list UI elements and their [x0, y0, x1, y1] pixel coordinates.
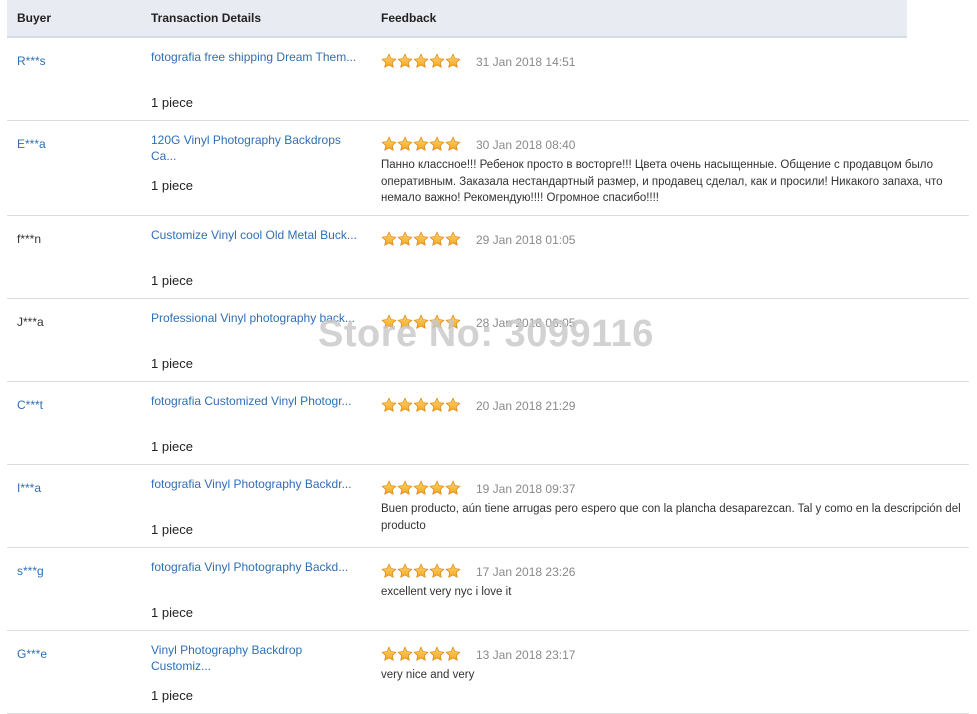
star-icon: [397, 563, 413, 578]
quantity: 1 piece: [151, 605, 193, 620]
star-icon: [413, 53, 429, 68]
star-rating: [381, 397, 461, 413]
star-icon: [445, 397, 461, 412]
star-icon: [413, 397, 429, 412]
star-icon: [413, 136, 429, 151]
product-link[interactable]: Vinyl Photography Backdrop Customiz...: [151, 642, 356, 674]
star-icon: [381, 53, 397, 68]
header-transaction-details: Transaction Details: [151, 11, 262, 25]
star-rating: [381, 563, 461, 579]
star-rating: [381, 231, 461, 247]
star-icon: [445, 646, 461, 661]
feedback-comment: Панно классное!!! Ребенок просто в восто…: [381, 159, 943, 204]
product-link[interactable]: fotografia Vinyl Photography Backd...: [151, 559, 361, 575]
feedback-date: 19 Jan 2018 09:37: [476, 482, 576, 496]
star-icon: [397, 136, 413, 151]
star-icon: [413, 480, 429, 495]
star-rating: [381, 314, 461, 330]
star-icon: [397, 53, 413, 68]
buyer-name: s***g: [17, 564, 44, 578]
star-icon: [397, 231, 413, 246]
product-link[interactable]: Customize Vinyl cool Old Metal Buck...: [151, 227, 361, 243]
quantity: 1 piece: [151, 522, 193, 537]
product-link[interactable]: fotografia free shipping Dream Them...: [151, 49, 361, 65]
star-icon: [413, 646, 429, 661]
star-icon: [381, 646, 397, 661]
feedback-date: 28 Jan 2018 06:05: [476, 316, 576, 330]
star-icon: [413, 563, 429, 578]
feedback-date: 20 Jan 2018 21:29: [476, 399, 576, 413]
star-icon: [397, 314, 413, 329]
table-row: I***a fotografia Vinyl Photography Backdr…: [7, 465, 969, 548]
star-icon: [381, 480, 397, 495]
table-header: Buyer Transaction Details Feedback: [7, 0, 907, 38]
star-icon: [429, 480, 445, 495]
star-icon: [397, 646, 413, 661]
star-icon: [429, 53, 445, 68]
star-icon: [445, 136, 461, 151]
star-rating: [381, 53, 461, 69]
star-icon: [429, 136, 445, 151]
feedback-table: Buyer Transaction Details Feedback R***s…: [7, 0, 969, 714]
header-buyer: Buyer: [17, 11, 52, 25]
quantity: 1 piece: [151, 273, 193, 288]
star-icon: [397, 397, 413, 412]
star-icon: [413, 231, 429, 246]
buyer-name: J***a: [17, 315, 44, 329]
star-icon: [445, 231, 461, 246]
star-icon: [381, 136, 397, 151]
star-icon: [445, 480, 461, 495]
quantity: 1 piece: [151, 95, 193, 110]
quantity: 1 piece: [151, 356, 193, 371]
table-row: R***s fotografia free shipping Dream Them…: [7, 38, 969, 121]
product-link[interactable]: fotografia Customized Vinyl Photogr...: [151, 393, 361, 409]
table-row: C***t fotografia Customized Vinyl Photogr…: [7, 382, 969, 465]
star-icon: [429, 397, 445, 412]
star-icon: [413, 314, 429, 329]
feedback-date: 29 Jan 2018 01:05: [476, 233, 576, 247]
buyer-name: I***a: [17, 481, 42, 495]
review-list: R***s fotografia free shipping Dream Them…: [7, 38, 969, 714]
feedback-date: 31 Jan 2018 14:51: [476, 55, 576, 69]
buyer-name: G***e: [17, 647, 48, 661]
star-icon: [429, 231, 445, 246]
buyer-name: f***n: [17, 232, 42, 246]
feedback-date: 13 Jan 2018 23:17: [476, 648, 576, 662]
buyer-name: C***t: [17, 398, 44, 412]
star-rating: [381, 480, 461, 496]
product-link[interactable]: 120G Vinyl Photography Backdrops Ca...: [151, 132, 356, 164]
star-icon: [381, 231, 397, 246]
star-icon: [381, 563, 397, 578]
table-row: s***g fotografia Vinyl Photography Backd.…: [7, 548, 969, 631]
buyer-name: R***s: [17, 54, 46, 68]
star-icon: [429, 314, 445, 329]
table-row: E***a 120G Vinyl Photography Backdrops Ca…: [7, 121, 969, 216]
star-rating: [381, 646, 461, 662]
feedback-date: 17 Jan 2018 23:26: [476, 565, 576, 579]
buyer-name: E***a: [17, 137, 46, 151]
star-icon: [381, 314, 397, 329]
star-icon: [445, 314, 461, 329]
header-feedback: Feedback: [381, 11, 437, 25]
quantity: 1 piece: [151, 688, 193, 703]
quantity: 1 piece: [151, 178, 193, 193]
star-icon: [445, 563, 461, 578]
star-icon: [429, 646, 445, 661]
feedback-comment: Buen producto, aún tiene arrugas pero es…: [381, 503, 961, 532]
star-icon: [429, 563, 445, 578]
star-rating: [381, 136, 461, 152]
table-row: f***n Customize Vinyl cool Old Metal Buck…: [7, 216, 969, 299]
star-icon: [445, 53, 461, 68]
feedback-date: 30 Jan 2018 08:40: [476, 138, 576, 152]
star-icon: [397, 480, 413, 495]
table-row: J***a Professional Vinyl photography back…: [7, 299, 969, 382]
quantity: 1 piece: [151, 439, 193, 454]
product-link[interactable]: Professional Vinyl photography back...: [151, 310, 361, 326]
star-icon: [381, 397, 397, 412]
product-link[interactable]: fotografia Vinyl Photography Backdr...: [151, 476, 361, 492]
feedback-comment: very nice and very: [381, 669, 475, 681]
feedback-comment: excellent very nyc i love it: [381, 586, 512, 598]
table-row: G***e Vinyl Photography Backdrop Customiz…: [7, 631, 969, 714]
